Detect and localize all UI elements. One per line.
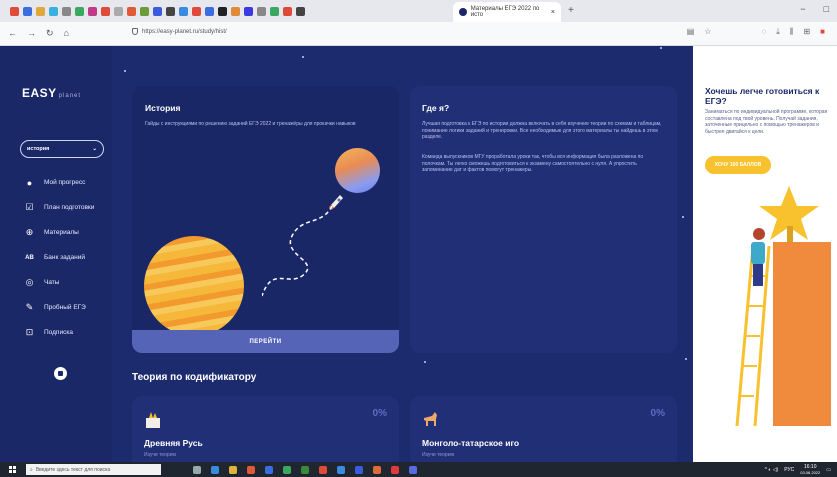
topic-sub: Изучи теорию bbox=[144, 452, 177, 458]
topic-progress: 0% bbox=[372, 408, 387, 419]
sidebar-item-subscription[interactable]: ⊡ Подписка bbox=[24, 320, 94, 345]
star-decoration bbox=[685, 358, 687, 360]
screen: Материалы ЕГЭ 2022 по исто × + − □ ← → ↻… bbox=[0, 0, 837, 477]
topic-card[interactable]: 0% Древняя Русь Изучи теорию bbox=[132, 396, 399, 462]
topic-name: Монголо-татарское иго bbox=[422, 438, 520, 448]
globe-icon: ⊕ bbox=[25, 227, 34, 237]
topic-name: Древняя Русь bbox=[144, 438, 203, 448]
chat-bubble-icon bbox=[58, 371, 63, 376]
help-button[interactable] bbox=[54, 367, 67, 380]
topic-sub: Изучи теорию bbox=[422, 452, 455, 458]
library-icon[interactable]: ⫼ bbox=[790, 27, 794, 37]
promo-text: Заниматься по индивидуальной программе, … bbox=[705, 109, 828, 135]
tray-icons[interactable]: ^ ◐ ◁) bbox=[765, 467, 779, 473]
maximize-button[interactable]: □ bbox=[824, 4, 829, 14]
minimize-button[interactable]: − bbox=[800, 4, 805, 14]
pocket-icon[interactable]: ◌ bbox=[761, 27, 766, 37]
new-tab-button[interactable]: + bbox=[568, 5, 574, 16]
user-icon: ● bbox=[26, 177, 33, 188]
where-card-text-2: Команда выпускников МГУ проработала урок… bbox=[422, 154, 644, 173]
codifier-title: Теория по кодификатору bbox=[132, 372, 257, 383]
reload-icon[interactable]: ↻ bbox=[46, 28, 54, 39]
where-am-i-card: Где я? Лучшая подготовка к ЕГЭ по истори… bbox=[410, 86, 677, 353]
sidebar-item-progress[interactable]: ● Мой прогресс bbox=[24, 170, 94, 195]
chat-icon: ◎ bbox=[25, 277, 34, 287]
sidebar-item-trial-exam[interactable]: ✎ Пробный ЕГЭ bbox=[24, 295, 94, 320]
clock[interactable]: 16:10 03.06.2022 bbox=[800, 464, 820, 476]
want-100-button[interactable]: ХОЧУ 100 БАЛЛОВ bbox=[705, 156, 771, 174]
windows-taskbar: ⌕ Введите здесь текст для поиска ^ ◐ ◁) … bbox=[0, 462, 837, 477]
topic-progress: 0% bbox=[650, 408, 665, 419]
chevron-down-icon: ⌄ bbox=[92, 146, 97, 152]
back-icon[interactable]: ← bbox=[8, 28, 17, 39]
taskbar-apps[interactable] bbox=[193, 465, 417, 474]
reader-icon[interactable]: ▤ bbox=[687, 27, 695, 37]
url-field[interactable]: https://easy-planet.ru/study/hist/ bbox=[132, 28, 227, 35]
url-text: https://easy-planet.ru/study/hist/ bbox=[142, 28, 227, 35]
history-card-text: Гайды с инструкциями по решению заданий … bbox=[145, 121, 356, 127]
star-decoration bbox=[424, 361, 426, 363]
window-controls: − □ bbox=[800, 4, 829, 14]
promo-title: Хочешь легче готовиться к ЕГЭ? bbox=[705, 86, 820, 106]
cart-addon-icon[interactable]: ⊞ bbox=[803, 27, 810, 37]
windows-start-icon[interactable] bbox=[9, 466, 16, 473]
pinned-tabs[interactable] bbox=[0, 6, 305, 16]
cart-icon: ⊡ bbox=[25, 327, 34, 337]
planet-big-illustration bbox=[144, 236, 244, 336]
star-decoration bbox=[682, 216, 684, 218]
active-tab[interactable]: Материалы ЕГЭ 2022 по исто × bbox=[453, 2, 561, 22]
topic-card[interactable]: 0% Монголо-татарское иго Изучи теорию bbox=[410, 396, 677, 462]
promo-panel: Хочешь легче готовиться к ЕГЭ? Заниматьс… bbox=[693, 46, 837, 462]
sidebar-item-materials[interactable]: ⊕ Материалы bbox=[24, 220, 94, 245]
address-bar: ← → ↻ ⌂ https://easy-planet.ru/study/his… bbox=[0, 22, 837, 46]
star-decoration bbox=[660, 47, 662, 49]
pencil-icon: ✎ bbox=[25, 302, 34, 312]
go-button[interactable]: ПЕРЕЙТИ bbox=[132, 330, 399, 353]
sidebar-nav: ● Мой прогресс ☑ План подготовки ⊕ Матер… bbox=[24, 170, 94, 345]
search-icon: ⌕ bbox=[30, 466, 33, 473]
notifications-icon[interactable]: ▭ bbox=[826, 467, 831, 473]
home-icon[interactable]: ⌂ bbox=[64, 28, 69, 39]
history-card-title: История bbox=[145, 103, 181, 113]
where-card-text-1: Лучшая подготовка к ЕГЭ по истории должн… bbox=[422, 121, 662, 140]
girl-star-illustration bbox=[735, 186, 831, 426]
download-icon[interactable]: ⤓ bbox=[776, 27, 780, 37]
history-card[interactable]: История Гайды с инструкциями по решению … bbox=[132, 86, 399, 353]
sidebar: EASY planet история ⌄ ● Мой прогресс ☑ Пл… bbox=[0, 46, 112, 462]
sidebar-item-task-bank[interactable]: AB Банк заданий bbox=[24, 245, 94, 270]
kremlin-icon bbox=[146, 412, 160, 428]
sidebar-item-chats[interactable]: ◎ Чаты bbox=[24, 270, 94, 295]
where-card-title: Где я? bbox=[422, 103, 450, 113]
system-tray: ^ ◐ ◁) РУС 16:10 03.06.2022 ▭ bbox=[765, 464, 831, 476]
tab-favicon-icon bbox=[459, 8, 467, 16]
star-decoration bbox=[302, 56, 304, 58]
logo[interactable]: EASY planet bbox=[22, 86, 81, 100]
sidebar-item-plan[interactable]: ☑ План подготовки bbox=[24, 195, 94, 220]
checkbox-icon: ☑ bbox=[25, 202, 34, 212]
browser-tab-strip: Материалы ЕГЭ 2022 по исто × + − □ bbox=[0, 0, 837, 22]
horse-icon bbox=[424, 412, 437, 426]
subject-select[interactable]: история ⌄ bbox=[20, 140, 104, 158]
dashed-path-decoration bbox=[262, 206, 333, 297]
app-area: EASY planet история ⌄ ● Мой прогресс ☑ Пл… bbox=[0, 46, 837, 462]
tab-title: Материалы ЕГЭ 2022 по исто bbox=[470, 6, 540, 18]
forward-icon[interactable]: → bbox=[27, 28, 36, 39]
language-indicator[interactable]: РУС bbox=[784, 467, 794, 473]
shield-icon bbox=[132, 28, 138, 35]
bookmark-star-icon[interactable]: ☆ bbox=[704, 27, 711, 37]
ab-check-icon: AB bbox=[25, 254, 34, 261]
star-decoration bbox=[124, 70, 126, 72]
taskbar-search[interactable]: ⌕ Введите здесь текст для поиска bbox=[26, 464, 161, 475]
extension-icon[interactable]: ■ bbox=[820, 27, 825, 37]
planet-small-illustration bbox=[335, 148, 380, 193]
tab-close-icon[interactable]: × bbox=[551, 9, 555, 16]
